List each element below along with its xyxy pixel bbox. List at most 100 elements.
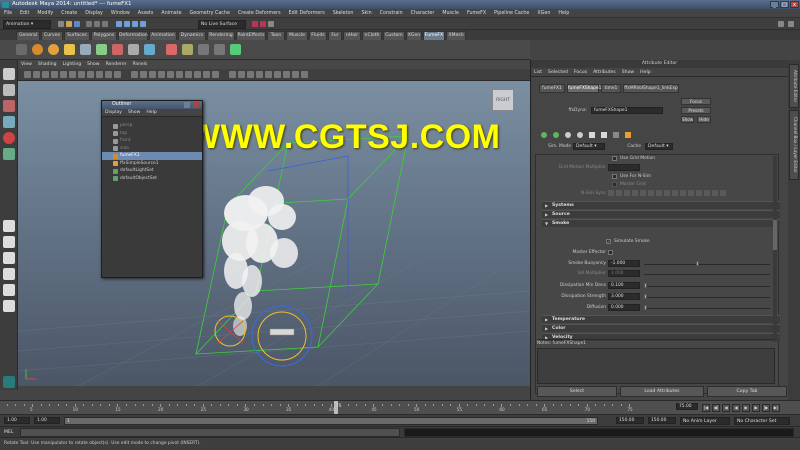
panel-tool-icon[interactable] (265, 71, 272, 78)
master-grid-checkbox[interactable] (612, 182, 617, 187)
panel-tool-icon[interactable] (69, 71, 76, 78)
show-button[interactable]: Show (681, 116, 694, 123)
focus-button[interactable]: Focus (681, 98, 711, 105)
select-tool-icon[interactable] (3, 68, 15, 80)
end-time-field[interactable]: 150.00 (648, 417, 676, 424)
outliner-window[interactable]: Outliner Display Show Help persp top front si… (101, 100, 203, 278)
minimize-button[interactable]: _ (770, 1, 779, 8)
outliner-item[interactable]: ffxSimpleSource1 (102, 160, 202, 168)
attr-menu-focus[interactable]: Focus (571, 68, 590, 77)
panel-tool-icon[interactable] (247, 71, 254, 78)
menu-assets[interactable]: Assets (134, 9, 158, 18)
panel-tool-icon[interactable] (238, 71, 245, 78)
node-name-field[interactable]: fumeFXShape1 (591, 107, 663, 114)
grid-motion-multiplier-field[interactable] (608, 164, 640, 171)
panel-menu-renderer[interactable]: Renderer (103, 60, 130, 69)
shelf-tab-custom[interactable]: Custom (383, 31, 405, 40)
panel-tool-icon[interactable] (87, 71, 94, 78)
panel-menu-show[interactable]: Show (84, 60, 102, 69)
select-hierarchy-icon[interactable] (86, 21, 92, 27)
select-object-icon[interactable] (94, 21, 100, 27)
attr-menu-show[interactable]: Show (619, 68, 637, 77)
step-back-frame-button[interactable]: ◀ (722, 404, 730, 412)
menu-fumefx[interactable]: FumeFX (463, 9, 490, 18)
shelf-tab-xmesh[interactable]: XMesh (446, 31, 466, 40)
panel-tool-icon[interactable] (149, 71, 156, 78)
menu-muscle[interactable]: Muscle (438, 9, 463, 18)
presets-button[interactable]: Presets (681, 107, 711, 114)
vel-multiplier-slider[interactable] (644, 274, 770, 275)
shelf-tab-fur[interactable]: Fur (328, 31, 342, 40)
diffusion-slider[interactable] (644, 308, 770, 309)
cache-dropdown[interactable]: Default ▾ (645, 143, 673, 150)
menu-animate[interactable]: Animate (157, 9, 185, 18)
panel-tool-icon[interactable] (131, 71, 138, 78)
fumefx-follow-icon[interactable] (128, 44, 139, 55)
diffusion-field[interactable]: 0.000 (608, 304, 640, 311)
attr-menu-attributes[interactable]: Attributes (590, 68, 619, 77)
step-back-key-button[interactable]: ◀| (712, 404, 720, 412)
smoke-buoyancy-field[interactable]: -1.000 (608, 260, 640, 267)
notes-field[interactable] (537, 348, 775, 384)
snap-curve-icon[interactable] (124, 21, 130, 27)
attr-tab-time1[interactable]: time1 (601, 84, 621, 93)
panel-tool-icon[interactable] (42, 71, 49, 78)
select-button[interactable]: Select (537, 386, 617, 397)
time-slider[interactable]: 75 75.00 |◀ ◀| ◀ ◀ ▶ ▶ |▶ ▶| 5 10 15 20 25 30… (0, 400, 800, 414)
outliner-item[interactable]: fumeFX1 (102, 152, 202, 160)
panel-tool-icon[interactable] (114, 71, 121, 78)
go-to-end-button[interactable]: ▶| (772, 404, 780, 412)
outliner-item[interactable]: top (102, 130, 202, 138)
outliner-item[interactable]: defaultObjectSet (102, 175, 202, 183)
persp-graph-layout-icon[interactable] (3, 268, 15, 280)
shelf-tab-fluids[interactable]: Fluids (309, 31, 327, 40)
attr-tab-fumefx1[interactable]: fumeFX1 (539, 84, 565, 93)
shelf-tab-muscle[interactable]: Muscle (286, 31, 308, 40)
hide-button[interactable]: Hide (697, 116, 711, 123)
outliner-layout-icon[interactable] (3, 300, 15, 312)
use-grid-motion-checkbox[interactable] (612, 156, 617, 161)
menu-window[interactable]: Window (107, 9, 134, 18)
panel-tool-icon[interactable] (292, 71, 299, 78)
panel-menu-panels[interactable]: Panels (130, 60, 151, 69)
render-settings-icon[interactable] (268, 21, 274, 27)
new-scene-icon[interactable] (58, 21, 64, 27)
menu-display[interactable]: Display (81, 9, 107, 18)
fumefx-folder-icon[interactable] (589, 132, 595, 138)
fumefx-effector-icon[interactable] (144, 44, 155, 55)
outliner-item[interactable]: front (102, 137, 202, 145)
menu-constrain[interactable]: Constrain (376, 9, 407, 18)
simulate-smoke-checkbox[interactable]: ✓ (606, 239, 611, 244)
shelf-tab-polygons[interactable]: Polygons (91, 31, 117, 40)
menu-file[interactable]: File (0, 9, 16, 18)
copy-tab-button[interactable]: Copy Tab (707, 386, 787, 397)
outliner-close-icon[interactable] (193, 102, 199, 108)
fumefx-wavelet-icon[interactable] (214, 44, 225, 55)
fumefx-start-icon[interactable] (541, 132, 547, 138)
side-tab-attribute-editor[interactable]: Attribute Editor (789, 64, 799, 108)
rotate-tool-icon[interactable] (3, 132, 15, 144)
attribute-scrollbar[interactable] (773, 156, 777, 342)
persp-outliner-layout-icon[interactable] (3, 284, 15, 296)
playback-start-field[interactable]: 1.00 (34, 417, 60, 424)
outliner-item[interactable]: defaultLightSet (102, 167, 202, 175)
fumefx-render-icon[interactable] (166, 44, 177, 55)
panel-tool-icon[interactable] (105, 71, 112, 78)
shelf-tab-painteffects[interactable]: PaintEffects (236, 31, 266, 40)
paint-select-tool-icon[interactable] (3, 100, 15, 112)
attr-menu-help[interactable]: Help (637, 68, 653, 77)
attr-tab-ffxmrvolshape1-linkexp[interactable]: ffxMRVolShape1_linkExp (623, 84, 679, 93)
shelf-tab-surfaces[interactable]: Surfaces (64, 31, 90, 40)
panel-tool-icon[interactable] (203, 71, 210, 78)
panel-tool-icon[interactable] (212, 71, 219, 78)
save-scene-icon[interactable] (74, 21, 80, 27)
fumefx-play-icon[interactable] (230, 44, 241, 55)
menu-help[interactable]: Help (554, 9, 573, 18)
dissipation-min-slider[interactable] (644, 286, 770, 287)
shelf-tab-ncloth[interactable]: nCloth (362, 31, 382, 40)
render-current-icon[interactable] (252, 21, 258, 27)
move-tool-icon[interactable] (3, 116, 15, 128)
anim-layer-dropdown[interactable]: No Anim Layer (680, 417, 730, 425)
panel-menu-lighting[interactable]: Lighting (60, 60, 85, 69)
diffusion-slider-knob[interactable] (644, 305, 647, 310)
